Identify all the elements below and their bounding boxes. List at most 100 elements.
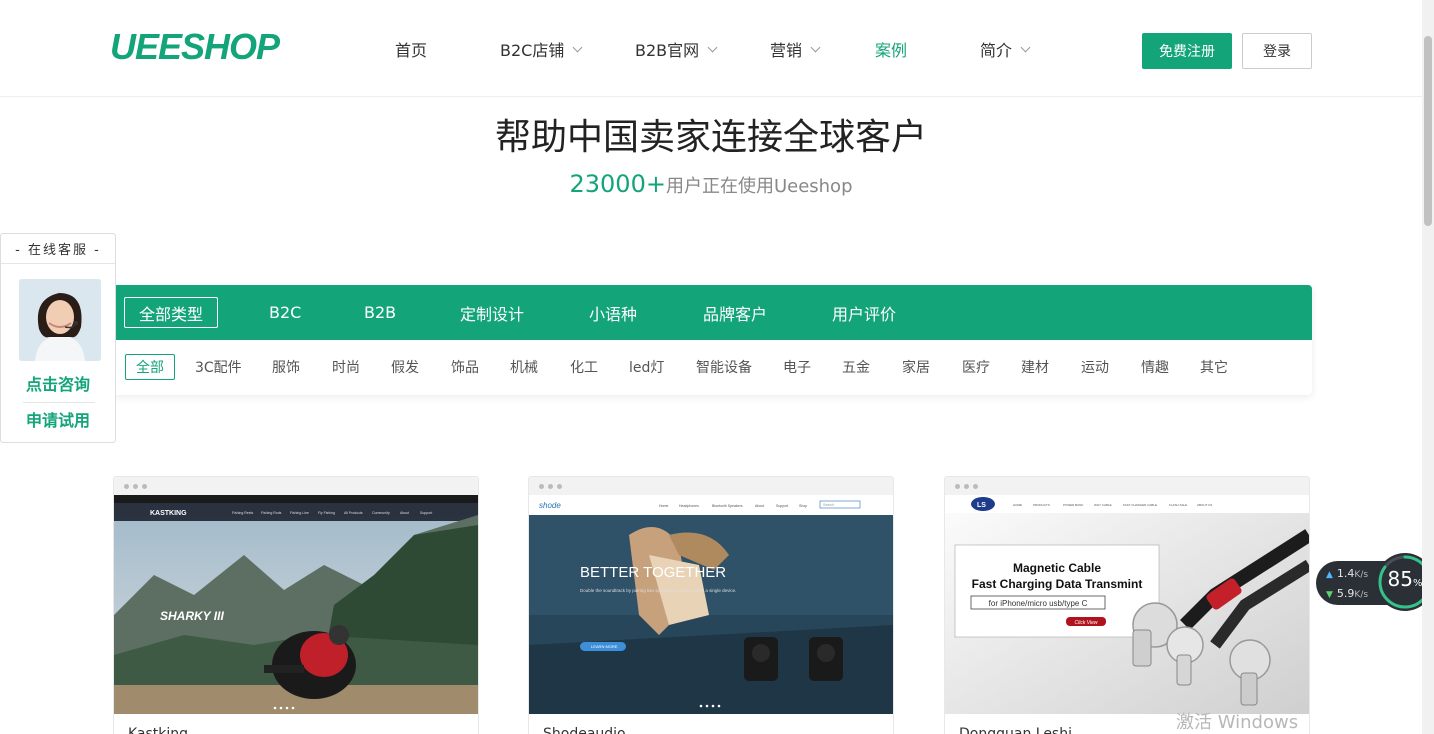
hero-subtitle: 23000+用户正在使用Ueeshop xyxy=(0,170,1422,198)
category-3c-accessories[interactable]: 3C配件 xyxy=(195,354,242,380)
tab-custom-design[interactable]: 定制设计 xyxy=(460,297,524,328)
shot-button: LEARN MORE xyxy=(591,644,618,649)
shot-headline: Fast Charging Data Transmint xyxy=(972,577,1143,591)
shot-nav: PRODUCTS xyxy=(1033,503,1050,507)
category-machinery[interactable]: 机械 xyxy=(510,354,538,380)
case-name: Shodeaudio xyxy=(543,726,626,734)
shot-text: Double the soundtrack by pairing two spe… xyxy=(580,588,736,593)
category-fashion[interactable]: 时尚 xyxy=(332,354,360,380)
nav-item-marketing[interactable]: 营销 xyxy=(770,37,821,61)
shot-nav: Fly Fishing xyxy=(318,511,335,515)
shot-nav: Support xyxy=(776,504,788,508)
category-chemical[interactable]: 化工 xyxy=(570,354,598,380)
hero-title: 帮助中国卖家连接全球客户 xyxy=(494,117,927,158)
chevron-down-icon xyxy=(707,42,718,52)
upload-speed: ▲ 1.4K/s xyxy=(1326,567,1368,580)
shot-headline: BETTER TOGETHER xyxy=(580,564,726,581)
browser-bar xyxy=(945,477,1309,495)
category-all[interactable]: 全部 xyxy=(125,354,175,380)
service-title: - 在线客服 - xyxy=(1,234,115,264)
category-adult[interactable]: 情趣 xyxy=(1141,354,1169,380)
chevron-down-icon xyxy=(810,42,821,52)
shot-nav: Home xyxy=(659,504,668,508)
chevron-down-icon xyxy=(1020,42,1031,52)
shot-search: Search xyxy=(823,503,834,507)
category-jewelry[interactable]: 饰品 xyxy=(451,354,479,380)
shot-nav: About xyxy=(400,511,409,515)
case-name: Kastking xyxy=(128,726,189,734)
trial-button[interactable]: 申请试用 xyxy=(1,407,115,431)
tab-user-reviews[interactable]: 用户评价 xyxy=(832,297,896,328)
agent-avatar xyxy=(19,279,101,361)
ueeshop-logo[interactable]: UEESHOP xyxy=(110,26,280,68)
category-building[interactable]: 建材 xyxy=(1021,354,1049,380)
page-scrollbar[interactable] xyxy=(1422,0,1434,734)
user-count-suffix: 用户正在使用Ueeshop xyxy=(665,176,853,197)
browser-bar xyxy=(114,477,478,495)
category-hardware[interactable]: 五金 xyxy=(842,354,870,380)
shot-nav: Support xyxy=(420,511,432,515)
online-service-widget: - 在线客服 - 点击咨询 申请试用 xyxy=(0,233,116,443)
download-unit: K/s xyxy=(1354,590,1369,600)
nav-item-cases[interactable]: 案例 xyxy=(875,37,907,61)
shot-nav: WHY CABLE xyxy=(1094,503,1112,507)
user-count: 23000+ xyxy=(569,170,666,198)
shot-nav: POWER BANK xyxy=(1063,503,1083,507)
nav-item-b2c[interactable]: B2C店铺 xyxy=(500,37,583,61)
shot-button: Click View xyxy=(1075,620,1098,626)
case-card-kastking[interactable]: KASTKING Fishing Reels Fishing Rods Fish… xyxy=(113,476,479,734)
nav-label: 简介 xyxy=(980,41,1013,60)
shot-nav: All Products xyxy=(344,511,363,515)
category-electronics[interactable]: 电子 xyxy=(783,354,811,380)
shot-nav: Community xyxy=(372,511,390,515)
shot-logo: LS xyxy=(977,502,986,509)
category-led[interactable]: led灯 xyxy=(629,354,664,380)
shot-nav: FAST CHARGER CABLE xyxy=(1123,503,1157,507)
nav-item-home[interactable]: 首页 xyxy=(395,37,427,61)
scrollbar-thumb[interactable] xyxy=(1424,36,1432,226)
browser-bar xyxy=(529,477,893,495)
shot-nav: ABOUT US xyxy=(1197,503,1212,507)
register-button[interactable]: 免费注册 xyxy=(1142,33,1232,69)
shot-nav: About xyxy=(755,504,764,508)
shot-nav: Headphones xyxy=(679,504,699,508)
case-screenshot: shode Home Headphones Bluetooth Speakers… xyxy=(529,495,893,714)
nav-label: 案例 xyxy=(875,41,908,60)
windows-activation-watermark: 激活 Windows xyxy=(1176,712,1299,733)
shot-subtitle: for iPhone/micro usb/type C xyxy=(989,599,1088,608)
nav-label: B2C店铺 xyxy=(500,41,565,60)
case-card-dongguan-leshi[interactable]: LS HOME PRODUCTS POWER BANK WHY CABLE FA… xyxy=(944,476,1310,734)
shot-logo: KASTKING xyxy=(150,510,187,517)
tab-b2b[interactable]: B2B xyxy=(364,297,396,328)
shot-nav: Fishing Rods xyxy=(261,511,282,515)
shot-headline: Magnetic Cable xyxy=(1013,561,1101,575)
case-filter-panel: 全部类型 B2C B2B 定制设计 小语种 品牌客户 用户评价 全部 3C配件 … xyxy=(113,285,1312,395)
download-value: 5.9 xyxy=(1336,587,1355,600)
upload-value: 1.4 xyxy=(1336,567,1355,580)
nav-item-b2b[interactable]: B2B官网 xyxy=(635,37,718,61)
tab-minor-languages[interactable]: 小语种 xyxy=(589,297,637,328)
category-medical[interactable]: 医疗 xyxy=(962,354,990,380)
case-name: Dongguan Leshi xyxy=(959,726,1072,734)
nav-label: 营销 xyxy=(770,41,803,60)
category-wigs[interactable]: 假发 xyxy=(391,354,419,380)
login-button[interactable]: 登录 xyxy=(1242,33,1312,69)
consult-button[interactable]: 点击咨询 xyxy=(1,371,115,395)
category-sports[interactable]: 运动 xyxy=(1081,354,1109,380)
category-smart-devices[interactable]: 智能设备 xyxy=(696,354,752,380)
category-other[interactable]: 其它 xyxy=(1200,354,1228,380)
category-home[interactable]: 家居 xyxy=(902,354,930,380)
tab-all-types[interactable]: 全部类型 xyxy=(124,297,219,328)
tab-b2c[interactable]: B2C xyxy=(269,297,301,328)
shot-nav: Fishing Line xyxy=(290,511,309,515)
site-header: UEESHOP 首页 B2C店铺 B2B官网 营销 案例 简介 免费注册 登录 xyxy=(0,0,1422,97)
tab-brand-clients[interactable]: 品牌客户 xyxy=(703,297,767,328)
case-card-shodeaudio[interactable]: shode Home Headphones Bluetooth Speakers… xyxy=(528,476,894,734)
shot-nav: FLASH SALE xyxy=(1169,503,1187,507)
nav-item-about[interactable]: 简介 xyxy=(980,37,1031,61)
shot-nav: Fishing Reels xyxy=(232,511,253,515)
case-screenshot: KASTKING Fishing Reels Fishing Rods Fish… xyxy=(114,495,478,714)
shot-nav: HOME xyxy=(1013,503,1022,507)
gauge-number: 85 xyxy=(1387,567,1413,591)
category-apparel[interactable]: 服饰 xyxy=(272,354,300,380)
